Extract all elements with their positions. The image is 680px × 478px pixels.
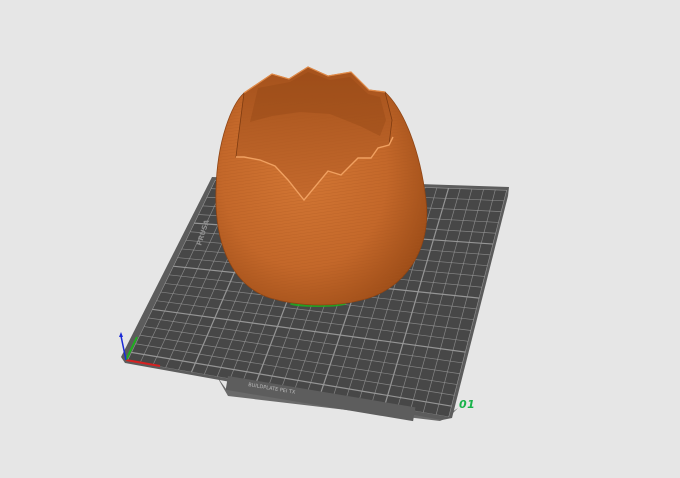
plate-number: 01 bbox=[459, 398, 475, 411]
scene-canvas[interactable]: BUILDPLATE PEI TX PRUSA 01 bbox=[0, 0, 680, 478]
3d-viewport[interactable]: BUILDPLATE PEI TX PRUSA 01 bbox=[0, 0, 680, 478]
z-axis-arrow bbox=[119, 332, 123, 337]
egg-model[interactable] bbox=[215, 66, 428, 307]
